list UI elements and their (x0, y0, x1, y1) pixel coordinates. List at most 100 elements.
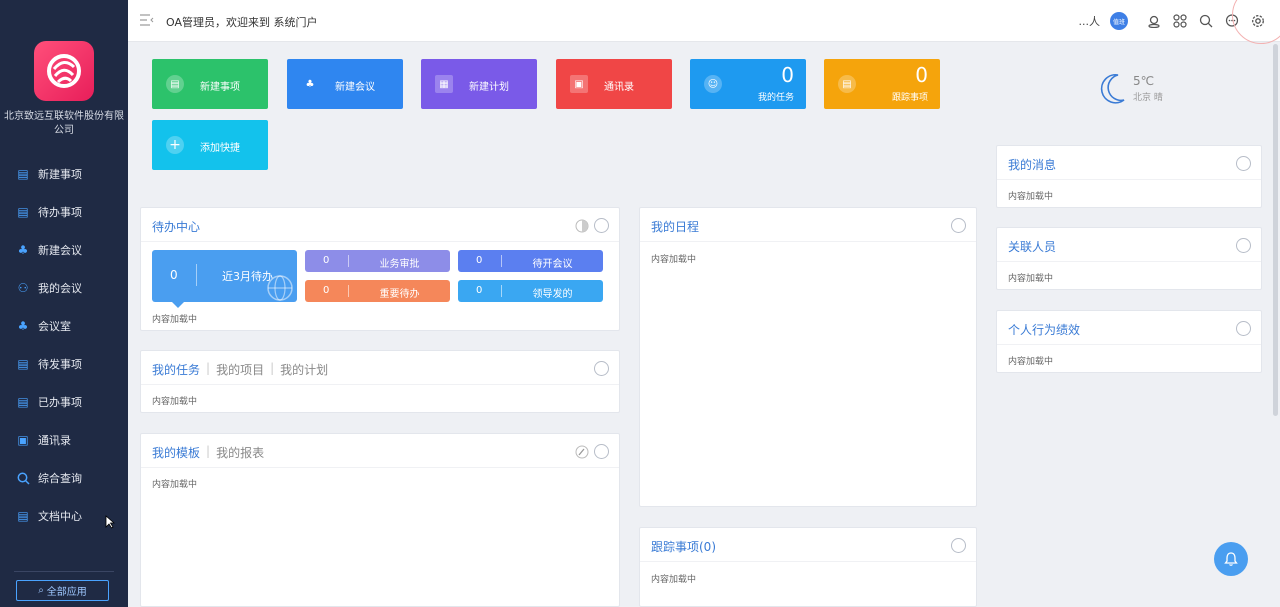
chip-label: 领导发的 (532, 289, 573, 300)
panel-refresh-icon[interactable] (1236, 321, 1251, 336)
apps-grid-icon[interactable] (1172, 13, 1188, 29)
todo-center-panel: 待办中心 0 近3月待办 0 业务审批 0 待开会议 0 重要待办 0 领导发的 内容加… (140, 207, 620, 331)
globe-icon (267, 275, 293, 301)
mouse-cursor-icon (105, 515, 115, 529)
meeting-icon: ♣ (305, 78, 315, 90)
quick-new-plan-tile[interactable]: ▦ 新建计划 (421, 59, 537, 109)
card-pointer (172, 302, 184, 308)
tab-my-projects[interactable]: 我的项目 (216, 361, 264, 378)
weather-temp: 5℃ (1133, 74, 1155, 88)
meeting-room-icon: ♣ (17, 319, 29, 333)
top-header: OA管理员，欢迎来到 系统门户 ...人 值班 (128, 0, 1280, 42)
calendar-icon: ▦ (435, 75, 453, 93)
pending-send-icon: ▤ (17, 357, 29, 371)
my-tasks-tile[interactable]: ☺ 0 我的任务 (690, 59, 806, 109)
user-name[interactable]: ...人 (1079, 13, 1101, 29)
quick-new-item-tile[interactable]: ▤ 新建事项 (152, 59, 268, 109)
tab-separator: | (270, 361, 275, 375)
search-icon[interactable] (1198, 13, 1214, 29)
moon-icon (1100, 74, 1125, 104)
edit-icon[interactable] (574, 444, 589, 459)
tab-my-templates[interactable]: 我的模板 (152, 444, 200, 461)
sidebar-item-label: 文档中心 (38, 510, 82, 523)
tile-label: 通讯录 (604, 82, 634, 93)
chip-label: 待开会议 (532, 259, 573, 270)
panel-refresh-icon[interactable] (594, 361, 609, 376)
tile-label: 我的任务 (757, 93, 794, 103)
sidebar-item-new-item[interactable]: ▤ 新建事项 (0, 155, 128, 193)
quick-new-meeting-tile[interactable]: ♣ 新建会议 (287, 59, 403, 109)
panel-header: 跟踪事项(0) (640, 528, 976, 562)
tab-my-tasks[interactable]: 我的任务 (152, 361, 200, 378)
panel-header: 待办中心 (141, 208, 619, 242)
tracking-tile[interactable]: ▤ 0 跟踪事项 (824, 59, 940, 109)
weather-city: 北京 晴 (1133, 93, 1163, 103)
messages-panel: 我的消息 内容加载中 (996, 145, 1262, 208)
tile-label: 跟踪事项 (891, 93, 928, 103)
search-icon (16, 471, 30, 485)
loading-text: 内容加载中 (651, 575, 697, 585)
important-todo-chip[interactable]: 0 重要待办 (305, 280, 450, 302)
panel-refresh-icon[interactable] (1236, 238, 1251, 253)
sidebar-divider (14, 571, 114, 572)
sidebar-item-label: 新建会议 (38, 244, 82, 257)
sidebar-item-meeting-room[interactable]: ♣ 会议室 (0, 307, 128, 345)
panel-header: 我的模板 | 我的报表 (141, 434, 619, 468)
sidebar-item-label: 会议室 (38, 320, 71, 333)
chip-count: 0 (476, 255, 483, 266)
tab-my-reports[interactable]: 我的报表 (216, 444, 264, 461)
quick-contacts-tile[interactable]: ▣ 通讯录 (556, 59, 672, 109)
user-icon: ☺ (704, 75, 722, 93)
pending-meeting-chip[interactable]: 0 待开会议 (458, 250, 603, 272)
tasks-panel: 我的任务 | 我的项目 | 我的计划 内容加载中 (140, 350, 620, 413)
sidebar-item-label: 通讯录 (38, 434, 71, 447)
sidebar-item-todo[interactable]: ▤ 待办事项 (0, 193, 128, 231)
panel-title: 个人行为绩效 (1008, 323, 1081, 337)
chip-count: 0 (323, 255, 330, 266)
panel-refresh-icon[interactable] (951, 218, 966, 233)
tile-label: 新建会议 (335, 82, 375, 93)
sidebar-item-contacts[interactable]: ▣ 通讯录 (0, 421, 128, 459)
chip-count: 0 (476, 285, 483, 296)
all-apps-label: 全部应用 (46, 587, 87, 598)
all-apps-button[interactable]: ⌕ 全部应用 (16, 580, 109, 601)
done-icon: ▤ (17, 395, 29, 409)
notification-bell-button[interactable] (1214, 542, 1248, 576)
loading-text: 内容加载中 (651, 255, 697, 265)
sidebar-item-new-meeting[interactable]: ♣ 新建会议 (0, 231, 128, 269)
sidebar-item-my-meeting[interactable]: ⚇ 我的会议 (0, 269, 128, 307)
leader-sent-chip[interactable]: 0 领导发的 (458, 280, 603, 302)
tab-separator: | (206, 444, 211, 458)
panel-refresh-icon[interactable] (1236, 156, 1251, 171)
panel-refresh-icon[interactable] (594, 218, 609, 233)
contacts-icon: ▣ (17, 433, 29, 447)
schedule-panel: 我的日程 内容加载中 (639, 207, 977, 507)
company-name: 北京致远互联软件股份有限公司 (4, 111, 124, 136)
panel-header: 个人行为绩效 (997, 311, 1261, 345)
divider (196, 264, 197, 286)
logo-swirl-icon (47, 54, 81, 88)
theme-toggle-icon[interactable] (574, 218, 589, 233)
sidebar-item-done[interactable]: ▤ 已办事项 (0, 383, 128, 421)
loading-text: 内容加载中 (1008, 274, 1054, 284)
location-icon[interactable] (1146, 13, 1162, 29)
sidebar-item-search[interactable]: 综合查询 (0, 459, 128, 497)
menu-toggle-icon[interactable] (140, 14, 154, 28)
add-shortcut-tile[interactable]: + 添加快捷 (152, 120, 268, 170)
user-badge[interactable]: 值班 (1110, 12, 1128, 30)
sidebar-item-pending-send[interactable]: ▤ 待发事项 (0, 345, 128, 383)
panel-refresh-icon[interactable] (951, 538, 966, 553)
panel-title: 跟踪事项(0) (651, 540, 716, 554)
tab-my-plans[interactable]: 我的计划 (280, 361, 328, 378)
panel-header: 我的消息 (997, 146, 1261, 180)
my-meeting-icon: ⚇ (17, 281, 29, 295)
tile-label: 新建计划 (469, 82, 509, 93)
tile-count: 0 (781, 63, 794, 87)
chip-label: 重要待办 (379, 289, 420, 300)
business-approval-chip[interactable]: 0 业务审批 (305, 250, 450, 272)
panel-refresh-icon[interactable] (594, 444, 609, 459)
recent-todo-count: 0 (170, 268, 178, 282)
page-scrollbar[interactable] (1273, 44, 1278, 416)
tab-separator: | (206, 361, 211, 375)
recent-todo-card[interactable]: 0 近3月待办 (152, 250, 297, 308)
